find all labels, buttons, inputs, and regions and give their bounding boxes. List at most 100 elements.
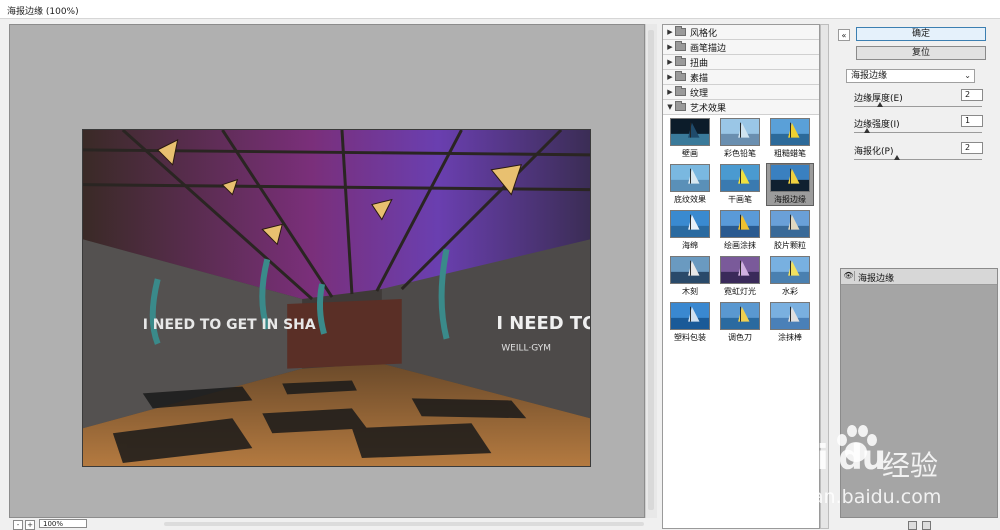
filter-thumb[interactable]: 胶片颗粒 xyxy=(767,210,813,251)
window-title: 海报边缘 (100%) xyxy=(7,7,79,17)
filter-settings: 海报边缘 ⌄ 边缘厚度(E) 2 边缘强度(I) 1 海报化(P) 2 xyxy=(838,64,1000,262)
status-bar: - + 100% xyxy=(9,518,659,530)
filter-thumb-image xyxy=(720,256,760,284)
edge-intensity-slider[interactable] xyxy=(854,132,982,133)
filter-thumb[interactable]: 壁画 xyxy=(667,118,713,159)
wall-text-brand: WEILL·GYM xyxy=(501,344,551,354)
zoom-select[interactable]: 100% xyxy=(39,519,87,528)
filter-thumb[interactable]: 干画笔 xyxy=(717,164,763,205)
category-sketch[interactable]: ▶ 素描 xyxy=(663,70,819,85)
filter-thumb-label: 彩色铅笔 xyxy=(724,149,756,158)
filter-thumb[interactable]: 彩色铅笔 xyxy=(717,118,763,159)
filter-thumb-image xyxy=(770,164,810,192)
effect-layer-row[interactable]: 👁 海报边缘 xyxy=(841,269,997,285)
filter-select[interactable]: 海报边缘 ⌄ xyxy=(846,69,975,83)
filter-thumb-image xyxy=(720,164,760,192)
wall-text-right: I NEED TO GET I xyxy=(496,313,590,334)
filter-thumb[interactable]: 粗糙蜡笔 xyxy=(767,118,813,159)
filter-thumb[interactable]: 塑料包装 xyxy=(667,302,713,343)
filter-thumb[interactable]: 海报边缘 xyxy=(766,163,814,206)
filter-thumb-label: 调色刀 xyxy=(728,333,752,342)
filter-thumb[interactable]: 调色刀 xyxy=(717,302,763,343)
filter-thumb-image xyxy=(770,256,810,284)
filter-thumb-image xyxy=(770,210,810,238)
expand-arrow-icon: ▶ xyxy=(667,43,673,51)
edge-intensity-slider-thumb[interactable] xyxy=(863,128,870,133)
filter-thumb-label: 绘画涂抹 xyxy=(724,241,756,250)
filter-thumb-label: 水彩 xyxy=(782,287,798,296)
gym-photo: I NEED TO GET IN SHA I NEED TO GET I WEI… xyxy=(83,130,590,466)
filter-thumb[interactable]: 霓虹灯光 xyxy=(717,256,763,297)
filter-thumb-label: 海绵 xyxy=(682,241,698,250)
zoom-value: 100% xyxy=(43,520,64,528)
filter-thumb-label: 干画笔 xyxy=(728,195,752,204)
collapse-arrow-icon: ▼ xyxy=(667,103,673,111)
ok-button[interactable]: 确定 xyxy=(856,27,986,41)
expand-arrow-icon: ▶ xyxy=(667,28,673,36)
category-texture[interactable]: ▶ 纹理 xyxy=(663,85,819,100)
posterization-slider[interactable] xyxy=(854,159,982,160)
filter-thumb-label: 壁画 xyxy=(682,149,698,158)
posterization-slider-thumb[interactable] xyxy=(893,155,900,160)
filter-gallery: ▶ 风格化 ▶ 画笔描边 ▶ 扭曲 ▶ 素描 ▶ 纹理 ▼ 艺术效果 壁画 彩色铅… xyxy=(662,24,820,529)
filter-thumb-label: 底纹效果 xyxy=(674,195,706,204)
wall-text-left: I NEED TO GET IN SHA xyxy=(143,317,316,333)
category-label: 素描 xyxy=(690,73,709,84)
expand-arrow-icon: ▶ xyxy=(667,58,673,66)
edge-thickness-slider[interactable] xyxy=(854,106,982,107)
title-bar: 海报边缘 (100%) xyxy=(0,0,1000,19)
eye-icon[interactable]: 👁 xyxy=(843,271,855,281)
filter-thumb-label: 霓虹灯光 xyxy=(724,287,756,296)
folder-icon xyxy=(675,86,686,96)
filter-thumb-image xyxy=(720,118,760,146)
filter-thumb[interactable]: 海绵 xyxy=(667,210,713,251)
category-label: 艺术效果 xyxy=(690,103,727,114)
filter-thumb-image xyxy=(720,210,760,238)
preview-canvas[interactable]: I NEED TO GET IN SHA I NEED TO GET I WEI… xyxy=(9,24,645,518)
edge-intensity-label: 边缘强度(I) xyxy=(854,120,900,130)
edge-intensity-input[interactable]: 1 xyxy=(961,115,983,127)
filter-thumb[interactable]: 绘画涂抹 xyxy=(717,210,763,251)
filter-thumb[interactable]: 木刻 xyxy=(667,256,713,297)
folder-icon xyxy=(675,41,686,51)
category-artistic[interactable]: ▼ 艺术效果 xyxy=(663,100,819,115)
expand-arrow-icon: ▶ xyxy=(667,73,673,81)
filter-thumb-image xyxy=(670,164,710,192)
filter-select-value: 海报边缘 xyxy=(851,71,888,81)
category-label: 扭曲 xyxy=(690,58,709,69)
posterization-label: 海报化(P) xyxy=(854,147,894,157)
preview-horizontal-scrollbar[interactable] xyxy=(164,522,644,526)
folder-icon xyxy=(675,71,686,81)
filter-thumb[interactable]: 底纹效果 xyxy=(667,164,713,205)
folder-icon xyxy=(675,101,686,111)
filter-thumb-label: 木刻 xyxy=(682,287,698,296)
filter-thumb-image xyxy=(670,302,710,330)
gallery-scrollbar[interactable] xyxy=(820,24,829,529)
filter-thumb[interactable]: 水彩 xyxy=(767,256,813,297)
category-label: 风格化 xyxy=(690,28,718,39)
filter-thumb-image xyxy=(720,302,760,330)
filter-thumb-image xyxy=(770,302,810,330)
category-label: 画笔描边 xyxy=(690,43,727,54)
filter-thumb[interactable]: 涂抹棒 xyxy=(767,302,813,343)
edge-thickness-input[interactable]: 2 xyxy=(961,89,983,101)
expand-arrow-icon: ▶ xyxy=(667,88,673,96)
edge-thickness-slider-thumb[interactable] xyxy=(876,102,883,107)
filter-thumb-label: 涂抹棒 xyxy=(778,333,802,342)
artistic-filter-thumbnails: 壁画 彩色铅笔 粗糙蜡笔底纹效果 干画笔 海报边缘海绵 绘画涂抹 胶片颗粒木刻 霓虹灯光 水彩塑… xyxy=(663,115,819,345)
filter-thumb-label: 海报边缘 xyxy=(774,195,806,204)
preview-image[interactable]: I NEED TO GET IN SHA I NEED TO GET I WEI… xyxy=(82,129,591,467)
filter-thumb-label: 胶片颗粒 xyxy=(774,241,806,250)
category-stylize[interactable]: ▶ 风格化 xyxy=(663,25,819,40)
chevron-down-icon: ⌄ xyxy=(964,71,971,80)
collapse-gallery-button[interactable]: « xyxy=(838,29,850,41)
category-distort[interactable]: ▶ 扭曲 xyxy=(663,55,819,70)
filter-thumb-label: 粗糙蜡笔 xyxy=(774,149,806,158)
posterization-input[interactable]: 2 xyxy=(961,142,983,154)
filter-thumb-image xyxy=(670,256,710,284)
category-brush-strokes[interactable]: ▶ 画笔描边 xyxy=(663,40,819,55)
category-label: 纹理 xyxy=(690,88,709,99)
effect-layer-name: 海报边缘 xyxy=(858,274,895,284)
preview-vertical-scrollbar[interactable] xyxy=(645,24,657,518)
reset-button[interactable]: 复位 xyxy=(856,46,986,60)
